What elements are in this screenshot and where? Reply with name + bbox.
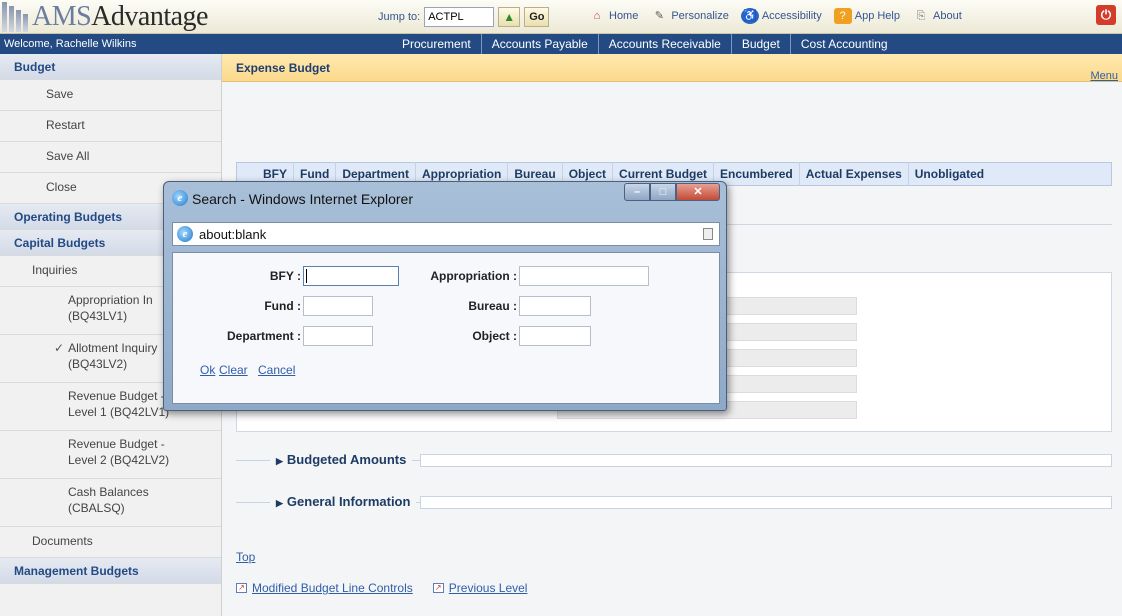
sidebar-item-label: Revenue Budget - [68,437,165,451]
fund-label: Fund : [264,299,301,313]
col-actual-expenses[interactable]: Actual Expenses [800,162,909,186]
wrench-icon: ✎ [654,10,664,22]
home-link[interactable]: ⌂ Home [588,8,639,24]
previous-level-link[interactable]: ↗ Previous Level [432,581,528,595]
external-link-icon: ↗ [236,583,247,593]
home-icon: ⌂ [593,10,601,22]
close-button[interactable]: ✕ [676,183,720,201]
home-label: Home [609,10,639,22]
sidebar-item-label: Cash Balances [68,485,149,499]
sidebar-item-revenue-budget-2[interactable]: Revenue Budget - Level 2 (BQ42LV2) [0,431,221,479]
welcome-text: Welcome, Rachelle Wilkins [4,38,137,50]
nav-bar: Welcome, Rachelle Wilkins Procurement Ac… [0,34,1122,54]
sidebar-item-label: Allotment Inquiry [68,341,158,355]
expand-arrow-icon: ▶ [276,498,283,508]
bureau-input[interactable] [519,296,591,316]
external-link-icon: ↗ [432,583,444,593]
modified-budget-line-controls-link[interactable]: ↗ Modified Budget Line Controls [236,581,413,595]
logo-suffix: Advantage [91,1,208,32]
address-text: about:blank [199,227,267,242]
app-help-link[interactable]: ? App Help [833,8,900,24]
jump-up-icon[interactable]: ▲ [498,7,521,27]
text-caret [306,269,307,283]
sidebar-restart[interactable]: Restart [0,111,221,142]
menu-accounts-payable[interactable]: Accounts Payable [482,34,599,54]
bureau-label: Bureau : [468,299,517,313]
menu-link[interactable]: Menu [1090,70,1118,82]
menu-cost-accounting[interactable]: Cost Accounting [791,34,898,54]
logo-prefix: AMS [32,1,92,32]
jump-input[interactable] [424,7,495,27]
check-icon: ✓ [54,341,65,355]
about-icon: ⎘ [916,10,926,22]
object-input[interactable] [519,326,591,346]
department-label: Department : [226,329,301,343]
sidebar-save[interactable]: Save [0,80,221,111]
section-label: General Information [286,494,411,509]
jump-to: Jump to: ▲ Go [378,7,550,27]
address-bar[interactable]: e about:blank [172,222,720,246]
minimize-button[interactable]: – [624,183,650,201]
app-header: AMSAdvantage Jump to: ▲ Go ⌂ Home ✎ Pers… [0,0,1122,34]
clear-link[interactable]: Clear [219,363,248,377]
personalize-label: Personalize [671,10,729,22]
accessibility-label: Accessibility [761,10,822,22]
sidebar-item-code: (CBALSQ) [68,501,125,515]
logo-bars-icon [2,2,30,32]
sidebar-item-code: Level 2 (BQ42LV2) [68,453,170,467]
appropriation-input[interactable] [519,266,649,286]
top-link[interactable]: Top [236,550,255,564]
bfy-label: BFY : [269,269,301,283]
sidebar-management-budgets[interactable]: Management Budgets [0,558,221,584]
link-label: Modified Budget Line Controls [252,581,413,595]
cancel-link[interactable]: Cancel [258,363,295,377]
appropriation-label: Appropriation : [430,269,517,283]
sidebar-head-budget[interactable]: Budget [0,54,221,80]
personalize-link[interactable]: ✎ Personalize [650,8,729,24]
page-title: Expense Budget [222,54,1122,82]
section-label: Budgeted Amounts [286,452,407,467]
accessibility-icon: ♿ [740,8,759,24]
jump-label: Jump to: [378,11,421,23]
sidebar-documents[interactable]: Documents [0,527,221,558]
help-icon: ? [833,8,852,24]
page-icon [703,228,713,240]
top-links: ⌂ Home ✎ Personalize ♿ Accessibility ? A… [588,8,962,24]
power-icon[interactable]: ⏻ [1096,5,1116,25]
department-input[interactable] [303,326,373,346]
ams-logo: AMSAdvantage [2,0,208,34]
expand-arrow-icon: ▶ [276,456,283,466]
fund-input[interactable] [303,296,373,316]
section-budgeted-amounts[interactable]: ▶ Budgeted Amounts [236,452,1112,468]
app-help-label: App Help [854,10,900,22]
about-label: About [933,10,962,22]
ok-link[interactable]: Ok [200,363,215,377]
object-label: Object : [472,329,517,343]
search-form: BFY : Appropriation : Fund : Bureau : De… [172,252,720,404]
menu-accounts-receivable[interactable]: Accounts Receivable [599,34,732,54]
window-controls: – □ ✕ [624,183,720,201]
search-popup-window: e Search - Windows Internet Explorer – □… [163,181,727,411]
col-unobligated[interactable]: Unobligated [909,162,990,186]
col-encumbered[interactable]: Encumbered [714,162,800,186]
accessibility-link[interactable]: ♿ Accessibility [740,8,822,24]
maximize-button[interactable]: □ [650,183,676,201]
ie-page-icon: e [177,226,193,242]
link-label: Previous Level [448,581,528,595]
sidebar-item-cash-balances[interactable]: Cash Balances (CBALSQ) [0,479,221,527]
menu-procurement[interactable]: Procurement [392,34,482,54]
go-button[interactable]: Go [524,7,550,27]
bfy-input[interactable] [303,266,399,286]
ie-icon: e [172,190,188,206]
main-menu: Procurement Accounts Payable Accounts Re… [392,34,898,54]
sidebar-save-all[interactable]: Save All [0,142,221,173]
menu-budget[interactable]: Budget [732,34,791,54]
bottom-links: ↗ Modified Budget Line Controls ↗ Previo… [236,581,527,595]
section-general-information[interactable]: ▶ General Information [236,494,1112,510]
about-link[interactable]: ⎘ About [912,8,962,24]
popup-title: Search - Windows Internet Explorer [192,191,413,207]
